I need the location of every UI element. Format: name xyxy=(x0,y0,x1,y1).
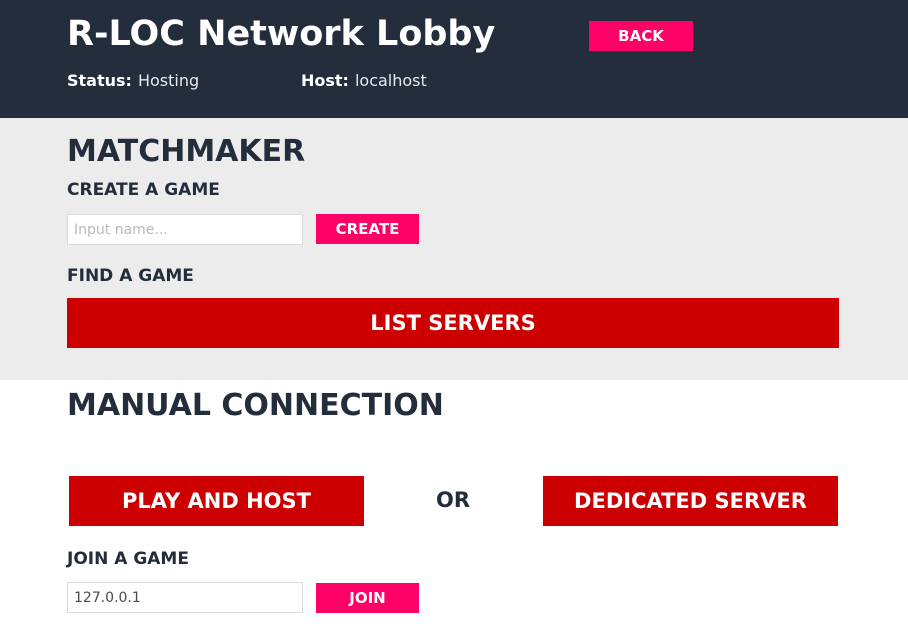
host-value: localhost xyxy=(354,71,427,90)
status-label: Status: xyxy=(67,71,132,90)
status-value: Hosting xyxy=(137,71,200,90)
list-servers-button[interactable]: LIST SERVERS xyxy=(67,298,839,348)
or-separator: OR xyxy=(435,488,471,512)
manual-connection-title: MANUAL CONNECTION xyxy=(67,388,444,423)
lobby-header: R-LOC Network Lobby BACK Status: Hosting … xyxy=(0,0,908,118)
server-address-input[interactable] xyxy=(67,582,303,613)
dedicated-server-button[interactable]: DEDICATED SERVER xyxy=(543,476,838,526)
matchmaker-title: MATCHMAKER xyxy=(67,134,306,169)
status-info: Status: Hosting xyxy=(67,71,199,90)
host-label: Host: xyxy=(301,71,349,90)
host-info: Host: localhost xyxy=(301,71,427,90)
play-and-host-button[interactable]: PLAY AND HOST xyxy=(69,476,364,526)
lobby-title: R-LOC Network Lobby xyxy=(67,14,496,54)
create-game-heading: CREATE A GAME xyxy=(67,180,220,200)
join-button[interactable]: JOIN xyxy=(316,583,419,613)
game-name-input[interactable] xyxy=(67,214,303,245)
back-button[interactable]: BACK xyxy=(589,21,693,51)
find-game-heading: FIND A GAME xyxy=(67,266,194,286)
join-game-heading: JOIN A GAME xyxy=(67,549,189,569)
create-button[interactable]: CREATE xyxy=(316,214,419,244)
